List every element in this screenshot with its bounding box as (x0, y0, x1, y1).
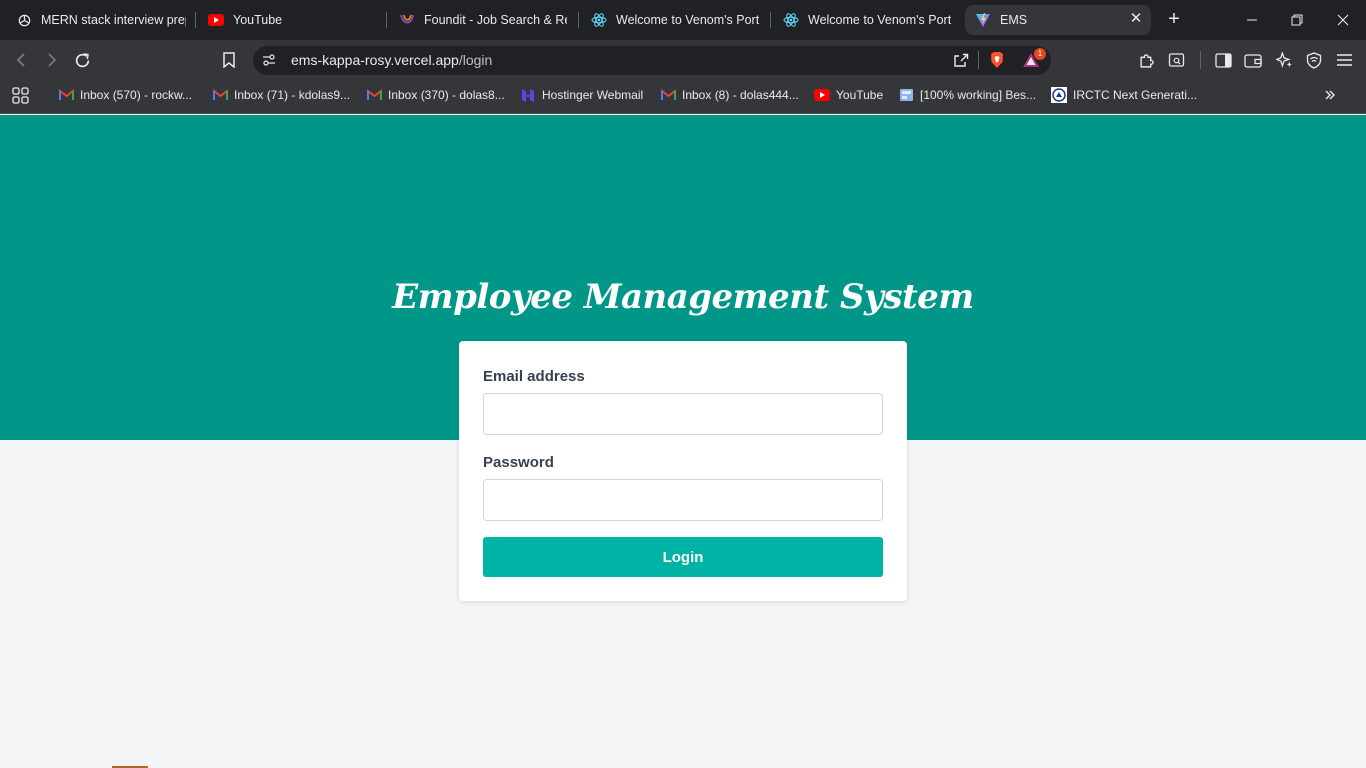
gmail-icon (366, 87, 382, 103)
minimize-icon[interactable] (1242, 10, 1262, 30)
chatgpt-icon (16, 12, 32, 28)
vpn-icon[interactable] (1304, 50, 1324, 70)
extensions-icon[interactable] (1137, 50, 1157, 70)
toolbar-divider (1200, 51, 1201, 69)
foundit-icon (399, 12, 415, 28)
share-icon[interactable] (951, 50, 971, 70)
tab-divider (770, 12, 771, 28)
bookmark-label: YouTube (836, 88, 884, 102)
url-path: /login (458, 52, 493, 68)
forward-icon[interactable] (41, 50, 61, 70)
rewards-badge: 1 (1034, 48, 1046, 60)
menu-icon[interactable] (1334, 50, 1354, 70)
brave-shields-icon[interactable] (987, 50, 1007, 70)
site-settings-icon[interactable] (259, 50, 279, 70)
irctc-icon (1051, 87, 1067, 103)
bookmark-gmail-1[interactable]: Inbox (570) - rockw... (58, 86, 192, 104)
tab-title: Welcome to Venom's Porta (616, 13, 759, 27)
login-button[interactable]: Login (483, 537, 883, 577)
bookmark-label: IRCTC Next Generati... (1073, 88, 1198, 102)
email-label: Email address (483, 368, 585, 385)
tab-venom-portal-2[interactable]: Welcome to Venom's Porta (783, 5, 951, 35)
bookmark-gmail-3[interactable]: Inbox (370) - dolas8... (366, 86, 505, 104)
bookmark-irctc[interactable]: IRCTC Next Generati... (1051, 86, 1197, 104)
tab-strip: MERN stack interview prep YouTube Foundi… (0, 0, 1366, 40)
tab-title: MERN stack interview prep (41, 13, 186, 27)
tab-divider (195, 12, 196, 28)
tab-ems[interactable]: EMS (965, 5, 1151, 35)
sidebar-icon[interactable] (1213, 50, 1233, 70)
tab-title: Welcome to Venom's Porta (808, 13, 951, 27)
bookmark-gmail-2[interactable]: Inbox (71) - kdolas9... (212, 86, 350, 104)
vite-icon (975, 12, 991, 28)
back-icon[interactable] (12, 50, 32, 70)
tab-title: EMS (1000, 13, 1028, 27)
close-tab-icon[interactable]: ✕ (1129, 11, 1143, 26)
bookmark-icon[interactable] (219, 50, 239, 70)
reader-mode-icon[interactable] (1166, 50, 1186, 70)
bookmark-youtube[interactable]: YouTube (814, 86, 883, 104)
bookmark-label: Inbox (570) - rockw... (80, 88, 193, 102)
bookmark-label: [100% working] Bes... (920, 88, 1037, 102)
bookmark-label: Inbox (370) - dolas8... (388, 88, 505, 102)
reload-icon[interactable] (72, 50, 92, 70)
new-tab-button[interactable]: + (1164, 9, 1184, 30)
react-icon (591, 12, 607, 28)
tab-foundit[interactable]: Foundit - Job Search & Rec (399, 5, 567, 35)
page-icon (898, 87, 914, 103)
url-host: ems-kappa-rosy.vercel.app (291, 52, 459, 68)
password-label: Password (483, 454, 554, 471)
youtube-icon (208, 12, 224, 28)
bookmark-100-working[interactable]: [100% working] Bes... (898, 86, 1036, 104)
url-text[interactable]: ems-kappa-rosy.vercel.app/login (291, 52, 492, 68)
tab-venom-portal-1[interactable]: Welcome to Venom's Porta (591, 5, 759, 35)
tab-youtube[interactable]: YouTube (208, 5, 380, 35)
gmail-icon (660, 87, 676, 103)
gmail-icon (58, 87, 74, 103)
more-bookmarks-icon[interactable] (1320, 85, 1340, 105)
page-content: Employee Management System Email address… (0, 115, 1366, 768)
bookmark-label: Inbox (8) - dolas444... (682, 88, 799, 102)
react-icon (783, 12, 799, 28)
tab-divider (578, 12, 579, 28)
youtube-icon (814, 87, 830, 103)
tab-title: YouTube (233, 13, 283, 27)
close-window-icon[interactable] (1333, 10, 1353, 30)
tab-divider (386, 12, 387, 28)
apps-icon[interactable] (10, 85, 30, 105)
app-title: Employee Management System (392, 277, 974, 317)
bookmark-hostinger[interactable]: Hostinger Webmail (520, 86, 643, 104)
tab-title: Foundit - Job Search & Rec (424, 13, 567, 27)
tab-mern-interview[interactable]: MERN stack interview prep (16, 5, 186, 35)
email-input[interactable] (483, 393, 883, 435)
hostinger-icon (520, 87, 536, 103)
leo-ai-icon[interactable] (1274, 50, 1294, 70)
bookmark-label: Hostinger Webmail (542, 88, 644, 102)
wallet-icon[interactable] (1243, 50, 1263, 70)
bookmark-label: Inbox (71) - kdolas9... (234, 88, 351, 102)
address-divider (978, 51, 979, 69)
bookmark-gmail-4[interactable]: Inbox (8) - dolas444... (660, 86, 799, 104)
gmail-icon (212, 87, 228, 103)
password-input[interactable] (483, 479, 883, 521)
restore-icon[interactable] (1287, 10, 1307, 30)
login-card: Email address Password Login (459, 341, 907, 601)
